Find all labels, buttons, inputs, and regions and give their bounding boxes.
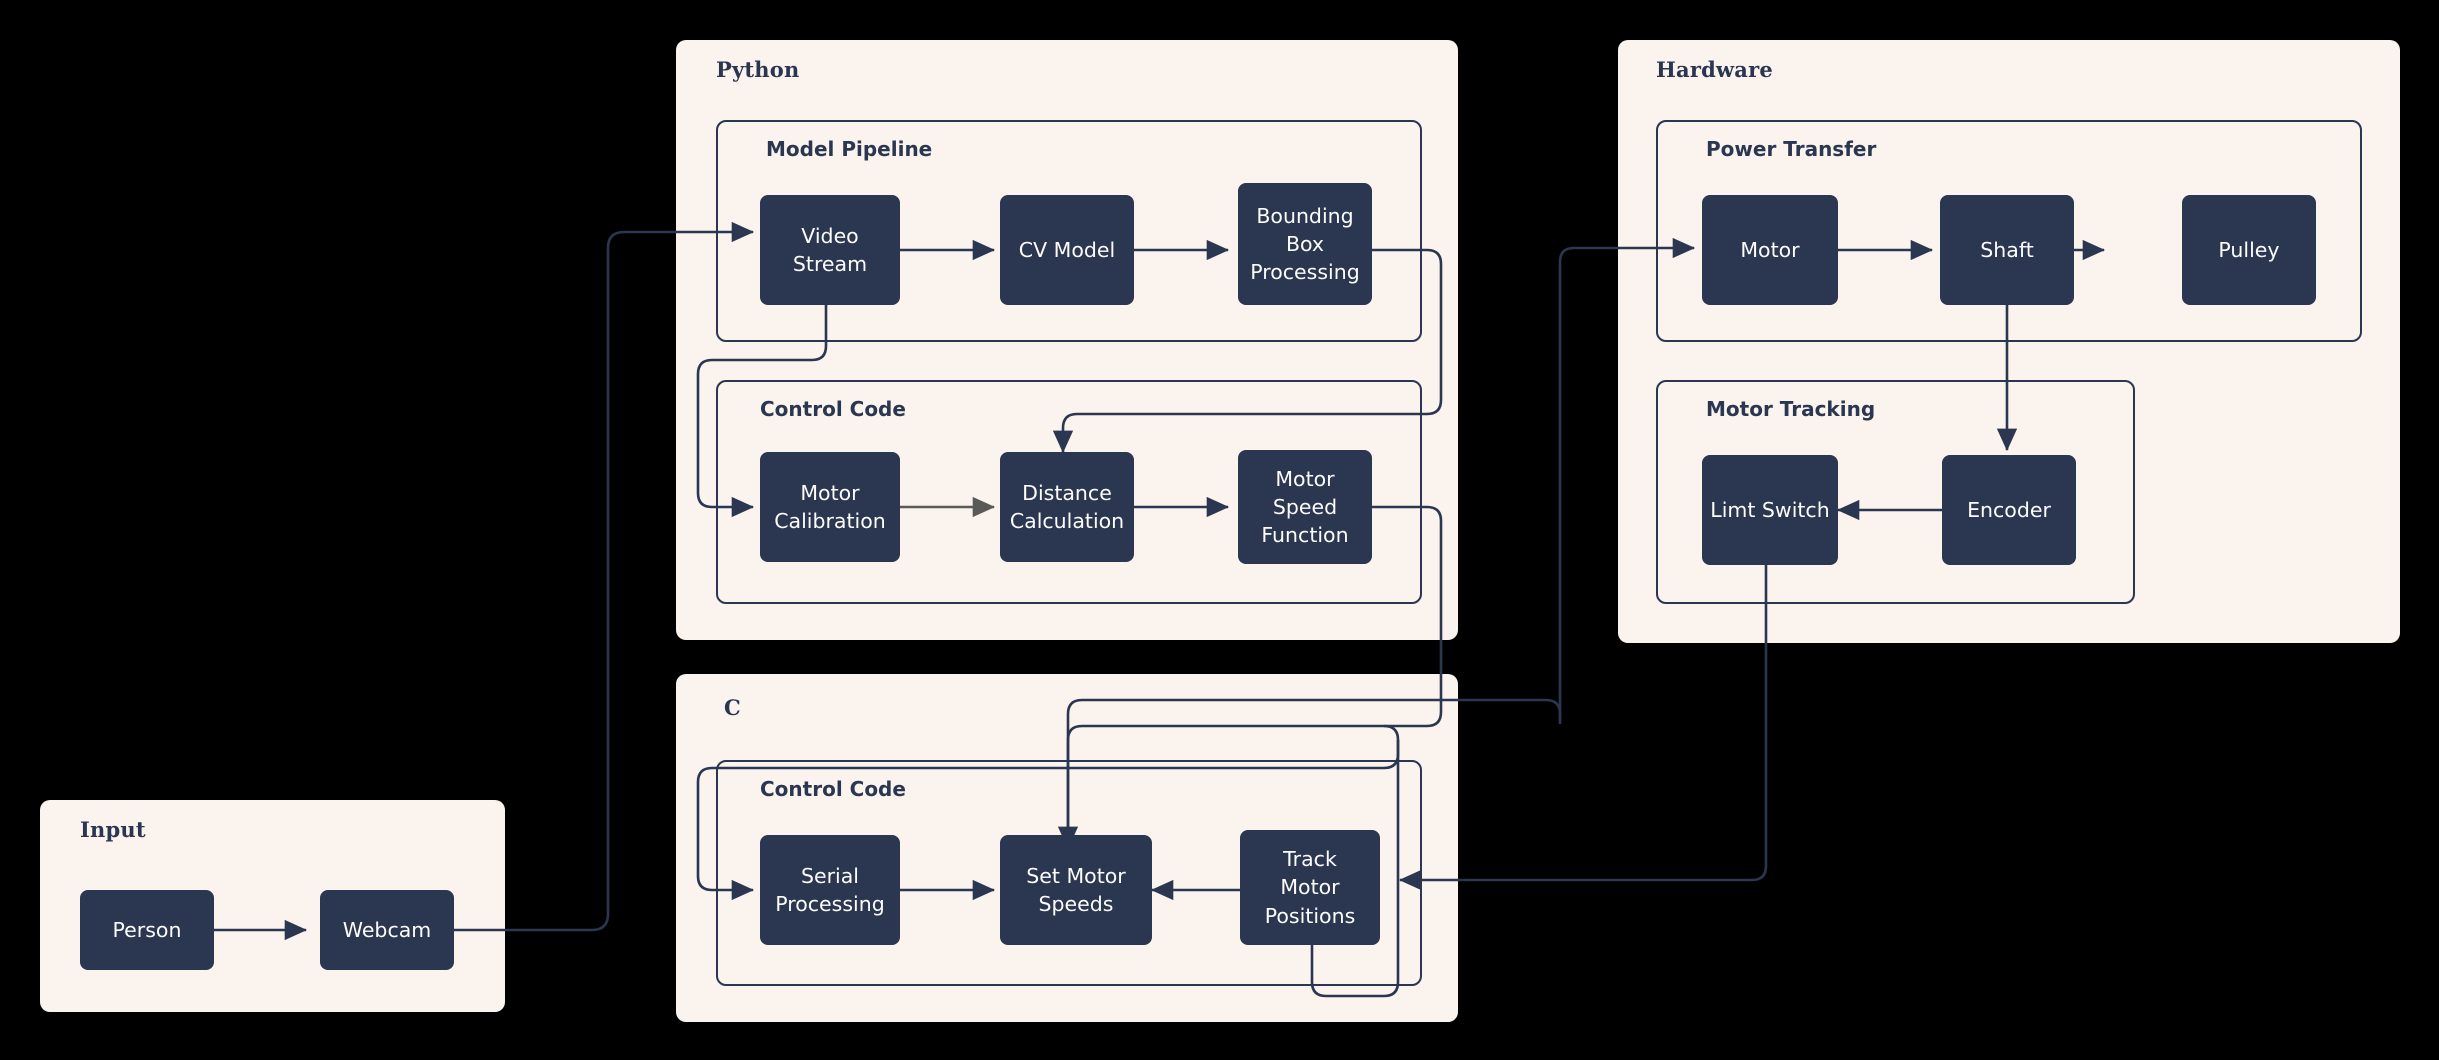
node-track-motor-line1: Track	[1283, 847, 1337, 872]
node-distance-calc-line2: Calculation	[1009, 509, 1125, 533]
node-serial-proc-line2: Processing	[775, 892, 885, 916]
node-motor-calibration[interactable]: Motor Calibration	[760, 452, 900, 562]
node-track-motor-line3: Positions	[1264, 903, 1356, 928]
edge-setmotor-motor	[1558, 237, 1696, 720]
subcluster-title-py-control-code: Control Code	[760, 397, 906, 421]
node-motor-speed-line2: Speed	[1272, 494, 1338, 519]
node-motor-cal-line1: Motor	[800, 480, 860, 505]
node-serial-proc-line1: Serial	[800, 863, 859, 888]
node-cv-model[interactable]: CV Model	[1000, 195, 1134, 305]
cluster-title-c: C	[724, 695, 741, 720]
subcluster-title-model-pipeline: Model Pipeline	[766, 137, 933, 161]
node-encoder-label: Encoder	[1967, 497, 2051, 522]
cluster-title-input: Input	[80, 817, 146, 842]
node-limt-switch[interactable]: Limt Switch	[1702, 455, 1838, 565]
node-encoder[interactable]: Encoder	[1942, 455, 2076, 565]
node-shaft-label: Shaft	[1980, 237, 2034, 262]
subcluster-title-motor-tracking: Motor Tracking	[1706, 397, 1876, 421]
node-motor-label: Motor	[1740, 237, 1800, 262]
edge-setmotor-motor-h	[1082, 698, 1562, 724]
node-webcam[interactable]: Webcam	[320, 890, 454, 970]
node-set-motor-line1: Set Motor	[1026, 863, 1126, 888]
node-set-motor-speeds[interactable]: Set Motor Speeds	[1000, 835, 1152, 945]
node-pulley-label: Pulley	[2218, 237, 2280, 262]
diagram-canvas: Input Python C Hardware Model Pipeline C…	[0, 0, 2439, 1060]
node-motor[interactable]: Motor	[1702, 195, 1838, 305]
node-set-motor-line2: Speeds	[1038, 892, 1114, 916]
node-motor-speed-line3: Function	[1261, 523, 1349, 548]
node-webcam-label: Webcam	[342, 917, 432, 942]
node-motor-speed-line1: Motor	[1275, 466, 1335, 491]
cluster-title-python: Python	[716, 57, 800, 82]
node-bounding-box-processing[interactable]: Bounding Box Processing	[1238, 183, 1372, 305]
node-bbox-line3: Processing	[1250, 260, 1360, 285]
subcluster-title-power-transfer: Power Transfer	[1706, 137, 1877, 161]
node-video-stream-line2: Stream	[792, 252, 868, 276]
edge-limtswitch-trackmotor	[1398, 565, 1768, 891]
node-track-motor-line2: Motor	[1280, 875, 1340, 900]
node-distance-calc-line1: Distance	[1022, 480, 1112, 505]
node-person-label: Person	[112, 917, 182, 942]
node-video-stream[interactable]: Video Stream	[760, 195, 900, 305]
node-distance-calculation[interactable]: Distance Calculation	[1000, 452, 1134, 562]
edge-webcam-videostream	[454, 221, 755, 932]
edge-setmotor-motor-v	[1066, 698, 1083, 848]
node-serial-processing[interactable]: Serial Processing	[760, 835, 900, 945]
node-shaft[interactable]: Shaft	[1940, 195, 2074, 305]
node-motor-cal-line2: Calibration	[774, 509, 886, 533]
node-limt-switch-label: Limt Switch	[1710, 497, 1830, 522]
subcluster-title-c-control-code: Control Code	[760, 777, 906, 801]
node-motor-speed-function[interactable]: Motor Speed Function	[1238, 450, 1372, 564]
node-person[interactable]: Person	[80, 890, 214, 970]
node-bbox-line2: Box	[1285, 231, 1325, 256]
node-cv-model-label: CV Model	[1018, 237, 1116, 262]
cluster-title-hardware: Hardware	[1656, 57, 1773, 82]
node-video-stream-line1: Video	[801, 223, 859, 248]
node-bbox-line1: Bounding	[1256, 203, 1354, 228]
node-pulley[interactable]: Pulley	[2182, 195, 2316, 305]
node-track-motor-positions[interactable]: Track Motor Positions	[1240, 830, 1380, 945]
